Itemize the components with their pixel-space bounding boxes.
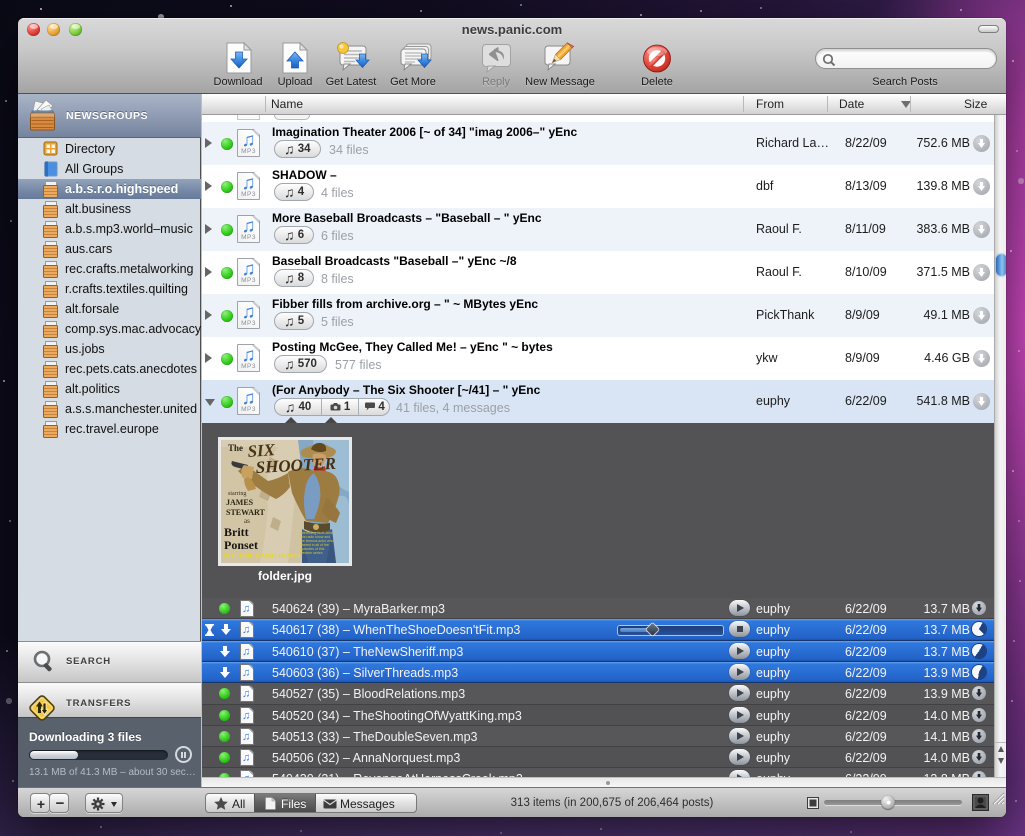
svg-text:Ponset: Ponset xyxy=(224,538,258,552)
svg-text:STEWART: STEWART xyxy=(226,508,266,517)
svg-text:starring: starring xyxy=(228,491,246,497)
svg-text:JAMES: JAMES xyxy=(226,498,254,507)
svg-text:Britt: Britt xyxy=(224,525,249,539)
svg-text:The: The xyxy=(228,443,243,453)
svg-text:western series: western series xyxy=(300,551,323,555)
svg-text:OLD TIME RADIO IN MP3: OLD TIME RADIO IN MP3 xyxy=(223,553,301,560)
svg-text:as: as xyxy=(244,517,250,525)
